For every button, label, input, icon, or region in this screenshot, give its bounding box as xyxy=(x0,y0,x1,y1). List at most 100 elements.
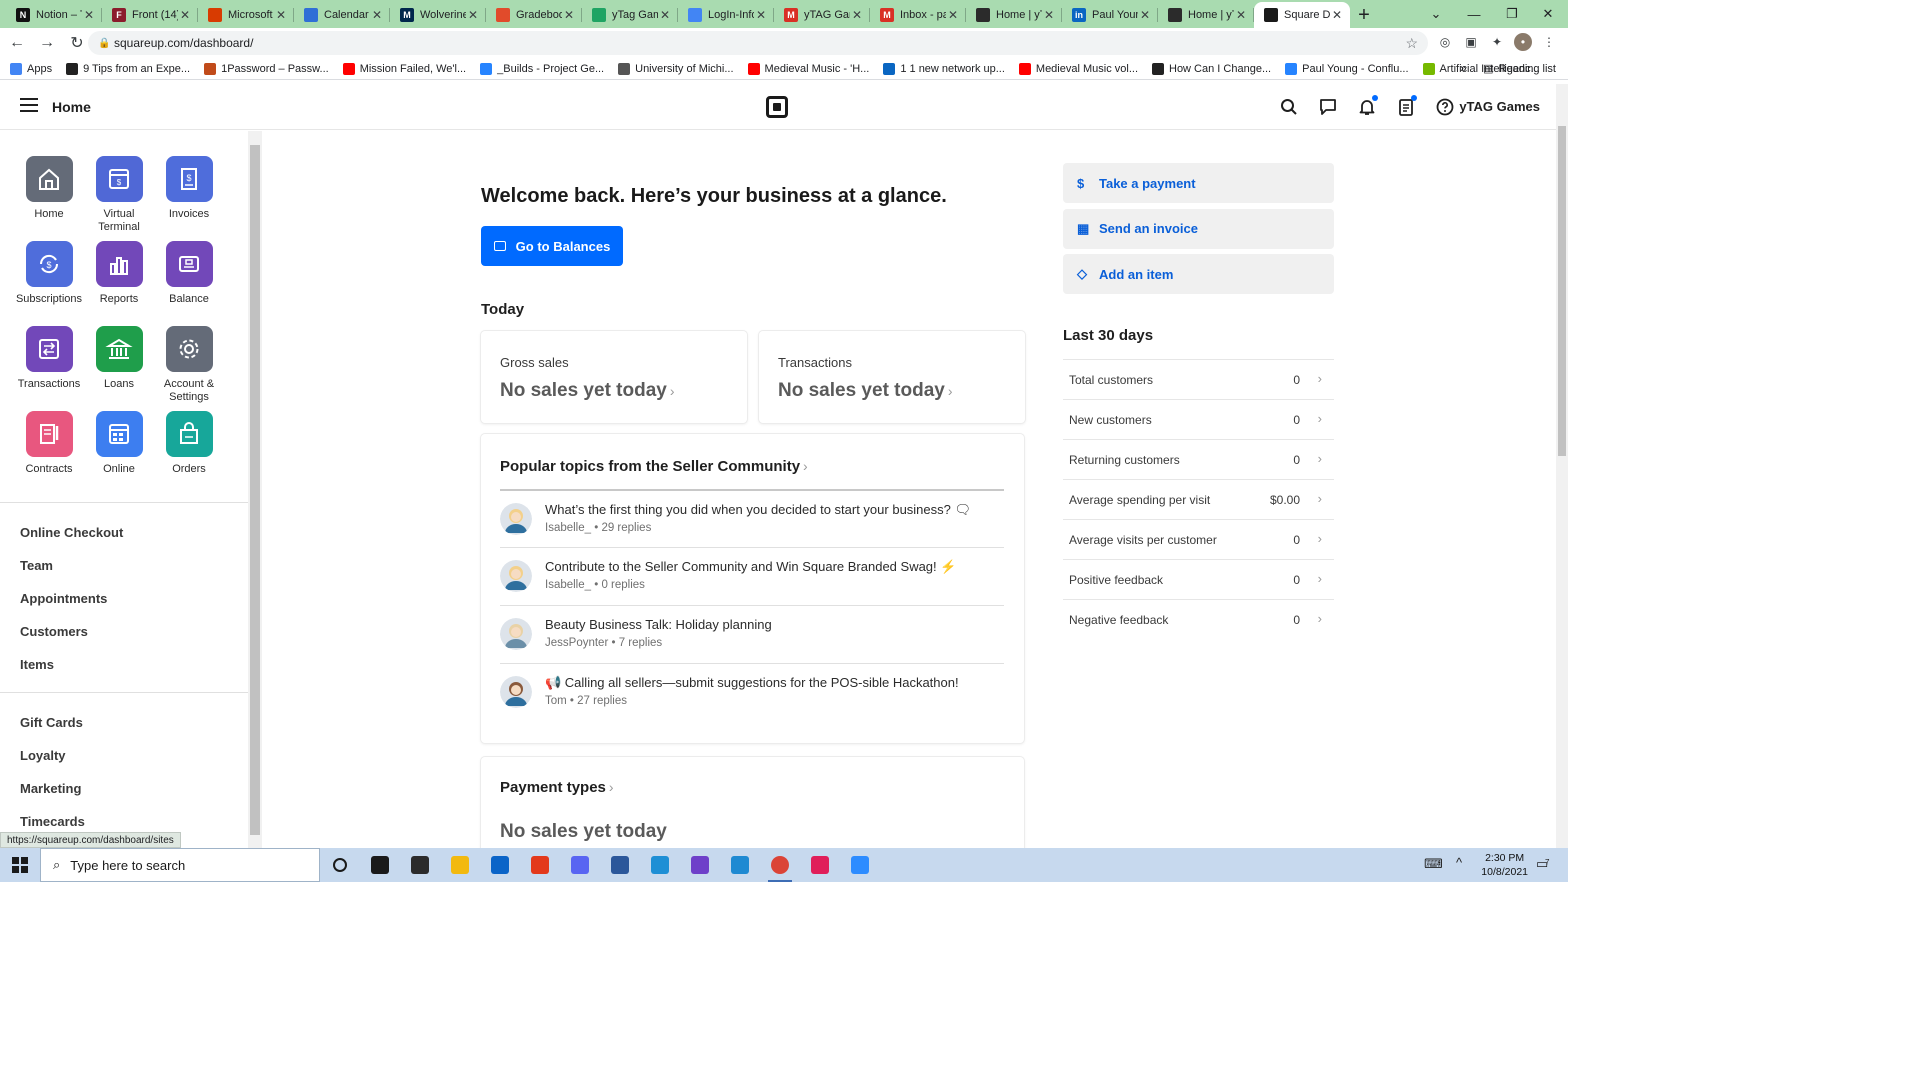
app-tile-loans[interactable]: Loans xyxy=(84,326,154,411)
close-tab-icon[interactable]: ✕ xyxy=(562,8,576,22)
close-tab-icon[interactable]: ✕ xyxy=(370,8,384,22)
hamburger-menu-icon[interactable] xyxy=(20,98,38,114)
sidebar-link-gift-cards[interactable]: Gift Cards xyxy=(20,715,83,730)
close-tab-icon[interactable]: ✕ xyxy=(754,8,768,22)
mail-icon[interactable] xyxy=(480,848,520,882)
zoom-icon[interactable] xyxy=(840,848,880,882)
app-tile-online[interactable]: Online xyxy=(84,411,154,496)
transactions-card[interactable]: Transactions No sales yet today › xyxy=(759,331,1025,423)
sidebar-link-appointments[interactable]: Appointments xyxy=(20,591,107,606)
browser-tab[interactable]: F Front (14) ✕ xyxy=(102,2,198,28)
app-tile-orders[interactable]: Orders xyxy=(154,411,224,496)
browser-tab[interactable]: Home | yT ✕ xyxy=(966,2,1062,28)
app-tile-virtual-terminal[interactable]: $ Virtual Terminal xyxy=(84,156,154,241)
browser-tab[interactable]: MyTAG Gam✕ xyxy=(774,2,870,28)
profile-avatar[interactable]: • xyxy=(1514,33,1532,51)
notification-center-icon[interactable]: ▭ 7 xyxy=(1536,856,1549,872)
bookmark-item[interactable]: How Can I Change... xyxy=(1152,62,1271,75)
bookmark-item[interactable]: Apps xyxy=(10,62,52,75)
extension-icon-2[interactable]: ▣ xyxy=(1462,33,1480,51)
github-desktop-icon[interactable] xyxy=(680,848,720,882)
sidebar-link-timecards[interactable]: Timecards xyxy=(20,814,85,829)
stat-row-average-visits-per-customer[interactable]: Average visits per customer 0 › xyxy=(1063,519,1334,559)
word-icon[interactable] xyxy=(600,848,640,882)
sidebar-link-team[interactable]: Team xyxy=(20,558,53,573)
close-window-button[interactable]: ✕ xyxy=(1530,0,1566,28)
more-bookmarks-button[interactable]: » xyxy=(1460,61,1467,75)
go-to-balances-button[interactable]: Go to Balances xyxy=(481,226,623,266)
office-icon[interactable] xyxy=(520,848,560,882)
chevron-up-icon[interactable]: ^ xyxy=(1456,855,1462,870)
browser-tab[interactable]: M Wolverine ✕ xyxy=(390,2,486,28)
extension-icon-1[interactable]: ◎ xyxy=(1436,33,1454,51)
stat-row-negative-feedback[interactable]: Negative feedback 0 › xyxy=(1063,599,1334,639)
stat-row-new-customers[interactable]: New customers 0 › xyxy=(1063,399,1334,439)
puzzle-extensions-icon[interactable]: ✦ xyxy=(1488,33,1506,51)
page-scrollbar-thumb[interactable] xyxy=(1558,126,1566,456)
sidebar-link-online-checkout[interactable]: Online Checkout xyxy=(20,525,123,540)
orders-clipboard-icon[interactable] xyxy=(1394,95,1418,119)
sidebar-link-items[interactable]: Items xyxy=(20,657,54,672)
messages-icon[interactable] xyxy=(1316,95,1340,119)
close-tab-icon[interactable]: ✕ xyxy=(466,8,480,22)
bookmark-star-icon[interactable]: ☆ xyxy=(1405,35,1418,52)
stat-row-returning-customers[interactable]: Returning customers 0 › xyxy=(1063,439,1334,479)
community-title[interactable]: Popular topics from the Seller Community… xyxy=(500,458,808,475)
browser-tab[interactable]: N Notion – T ✕ xyxy=(6,2,102,28)
search-icon[interactable] xyxy=(1277,95,1301,119)
community-post[interactable]: 📢 Calling all sellers—submit suggestions… xyxy=(500,663,1004,721)
bookmark-item[interactable]: 1 1 new network up... xyxy=(883,62,1005,75)
windows-start-icon[interactable] xyxy=(0,848,40,882)
browser-menu-icon[interactable]: ⋮ xyxy=(1540,33,1558,51)
slack-icon[interactable] xyxy=(800,848,840,882)
app-tile-reports[interactable]: Reports xyxy=(84,241,154,326)
close-tab-icon[interactable]: ✕ xyxy=(1138,8,1152,22)
bookmark-item[interactable]: 9 Tips from an Expe... xyxy=(66,62,190,75)
bookmark-item[interactable]: Mission Failed, We'l... xyxy=(342,62,466,75)
cortana-icon[interactable] xyxy=(320,848,360,882)
bookmark-item[interactable]: Medieval Music vol... xyxy=(1018,62,1138,75)
app-tile-transactions[interactable]: Transactions xyxy=(14,326,84,411)
stat-row-total-customers[interactable]: Total customers 0 › xyxy=(1063,359,1334,399)
app-tile-contracts[interactable]: Contracts xyxy=(14,411,84,496)
close-tab-icon[interactable]: ✕ xyxy=(946,8,960,22)
community-post[interactable]: What’s the first thing you did when you … xyxy=(500,489,1004,547)
vscode-icon[interactable] xyxy=(720,848,760,882)
close-tab-icon[interactable]: ✕ xyxy=(1234,8,1248,22)
stat-row-average-spending-per-visit[interactable]: Average spending per visit $0.00 › xyxy=(1063,479,1334,519)
browser-tab[interactable]: Home | yT ✕ xyxy=(1158,2,1254,28)
close-tab-icon[interactable]: ✕ xyxy=(1042,8,1056,22)
sidebar-link-marketing[interactable]: Marketing xyxy=(20,781,81,796)
close-tab-icon[interactable]: ✕ xyxy=(178,8,192,22)
bookmark-item[interactable]: 1Password – Passw... xyxy=(204,62,329,75)
take-a-payment-button[interactable]: $ Take a payment xyxy=(1063,163,1334,203)
gross-sales-card[interactable]: Gross sales No sales yet today › xyxy=(481,331,747,423)
store-icon[interactable] xyxy=(400,848,440,882)
browser-tab[interactable]: Square Da✕ xyxy=(1254,2,1350,28)
business-name-menu[interactable]: yTAG Games xyxy=(1459,99,1540,114)
tab-search-icon[interactable]: ⌄ xyxy=(1418,0,1454,28)
forward-icon[interactable]: → xyxy=(34,30,60,56)
reading-list-button[interactable]: ▤ Reading list xyxy=(1483,62,1556,76)
app-tile-subscriptions[interactable]: $ Subscriptions xyxy=(14,241,84,326)
square-logo[interactable] xyxy=(766,96,788,118)
bookmark-item[interactable]: Paul Young - Conflu... xyxy=(1285,62,1409,75)
minimize-button[interactable]: — xyxy=(1456,0,1492,28)
app-tile-balance[interactable]: Balance xyxy=(154,241,224,326)
send-an-invoice-button[interactable]: ▦ Send an invoice xyxy=(1063,208,1334,249)
close-tab-icon[interactable]: ✕ xyxy=(82,8,96,22)
chrome-icon[interactable] xyxy=(760,848,800,882)
browser-tab[interactable]: in Paul Youn ✕ xyxy=(1062,2,1158,28)
bookmark-item[interactable]: Medieval Music - 'H... xyxy=(747,62,869,75)
maximize-button[interactable]: ❐ xyxy=(1494,0,1530,28)
reload-icon[interactable]: ↻ xyxy=(64,30,90,56)
community-post[interactable]: Beauty Business Talk: Holiday planning Je… xyxy=(500,605,1004,663)
payment-types-title[interactable]: Payment types › xyxy=(500,779,614,796)
address-bar[interactable]: 🔒 squareup.com/dashboard/ ☆ xyxy=(88,31,1428,55)
browser-tab[interactable]: yTag Gam ✕ xyxy=(582,2,678,28)
stat-row-positive-feedback[interactable]: Positive feedback 0 › xyxy=(1063,559,1334,599)
back-icon[interactable]: ← xyxy=(4,30,30,56)
file-explorer-icon[interactable] xyxy=(440,848,480,882)
bookmark-item[interactable]: University of Michi... xyxy=(618,62,734,75)
task-view-icon[interactable] xyxy=(360,848,400,882)
